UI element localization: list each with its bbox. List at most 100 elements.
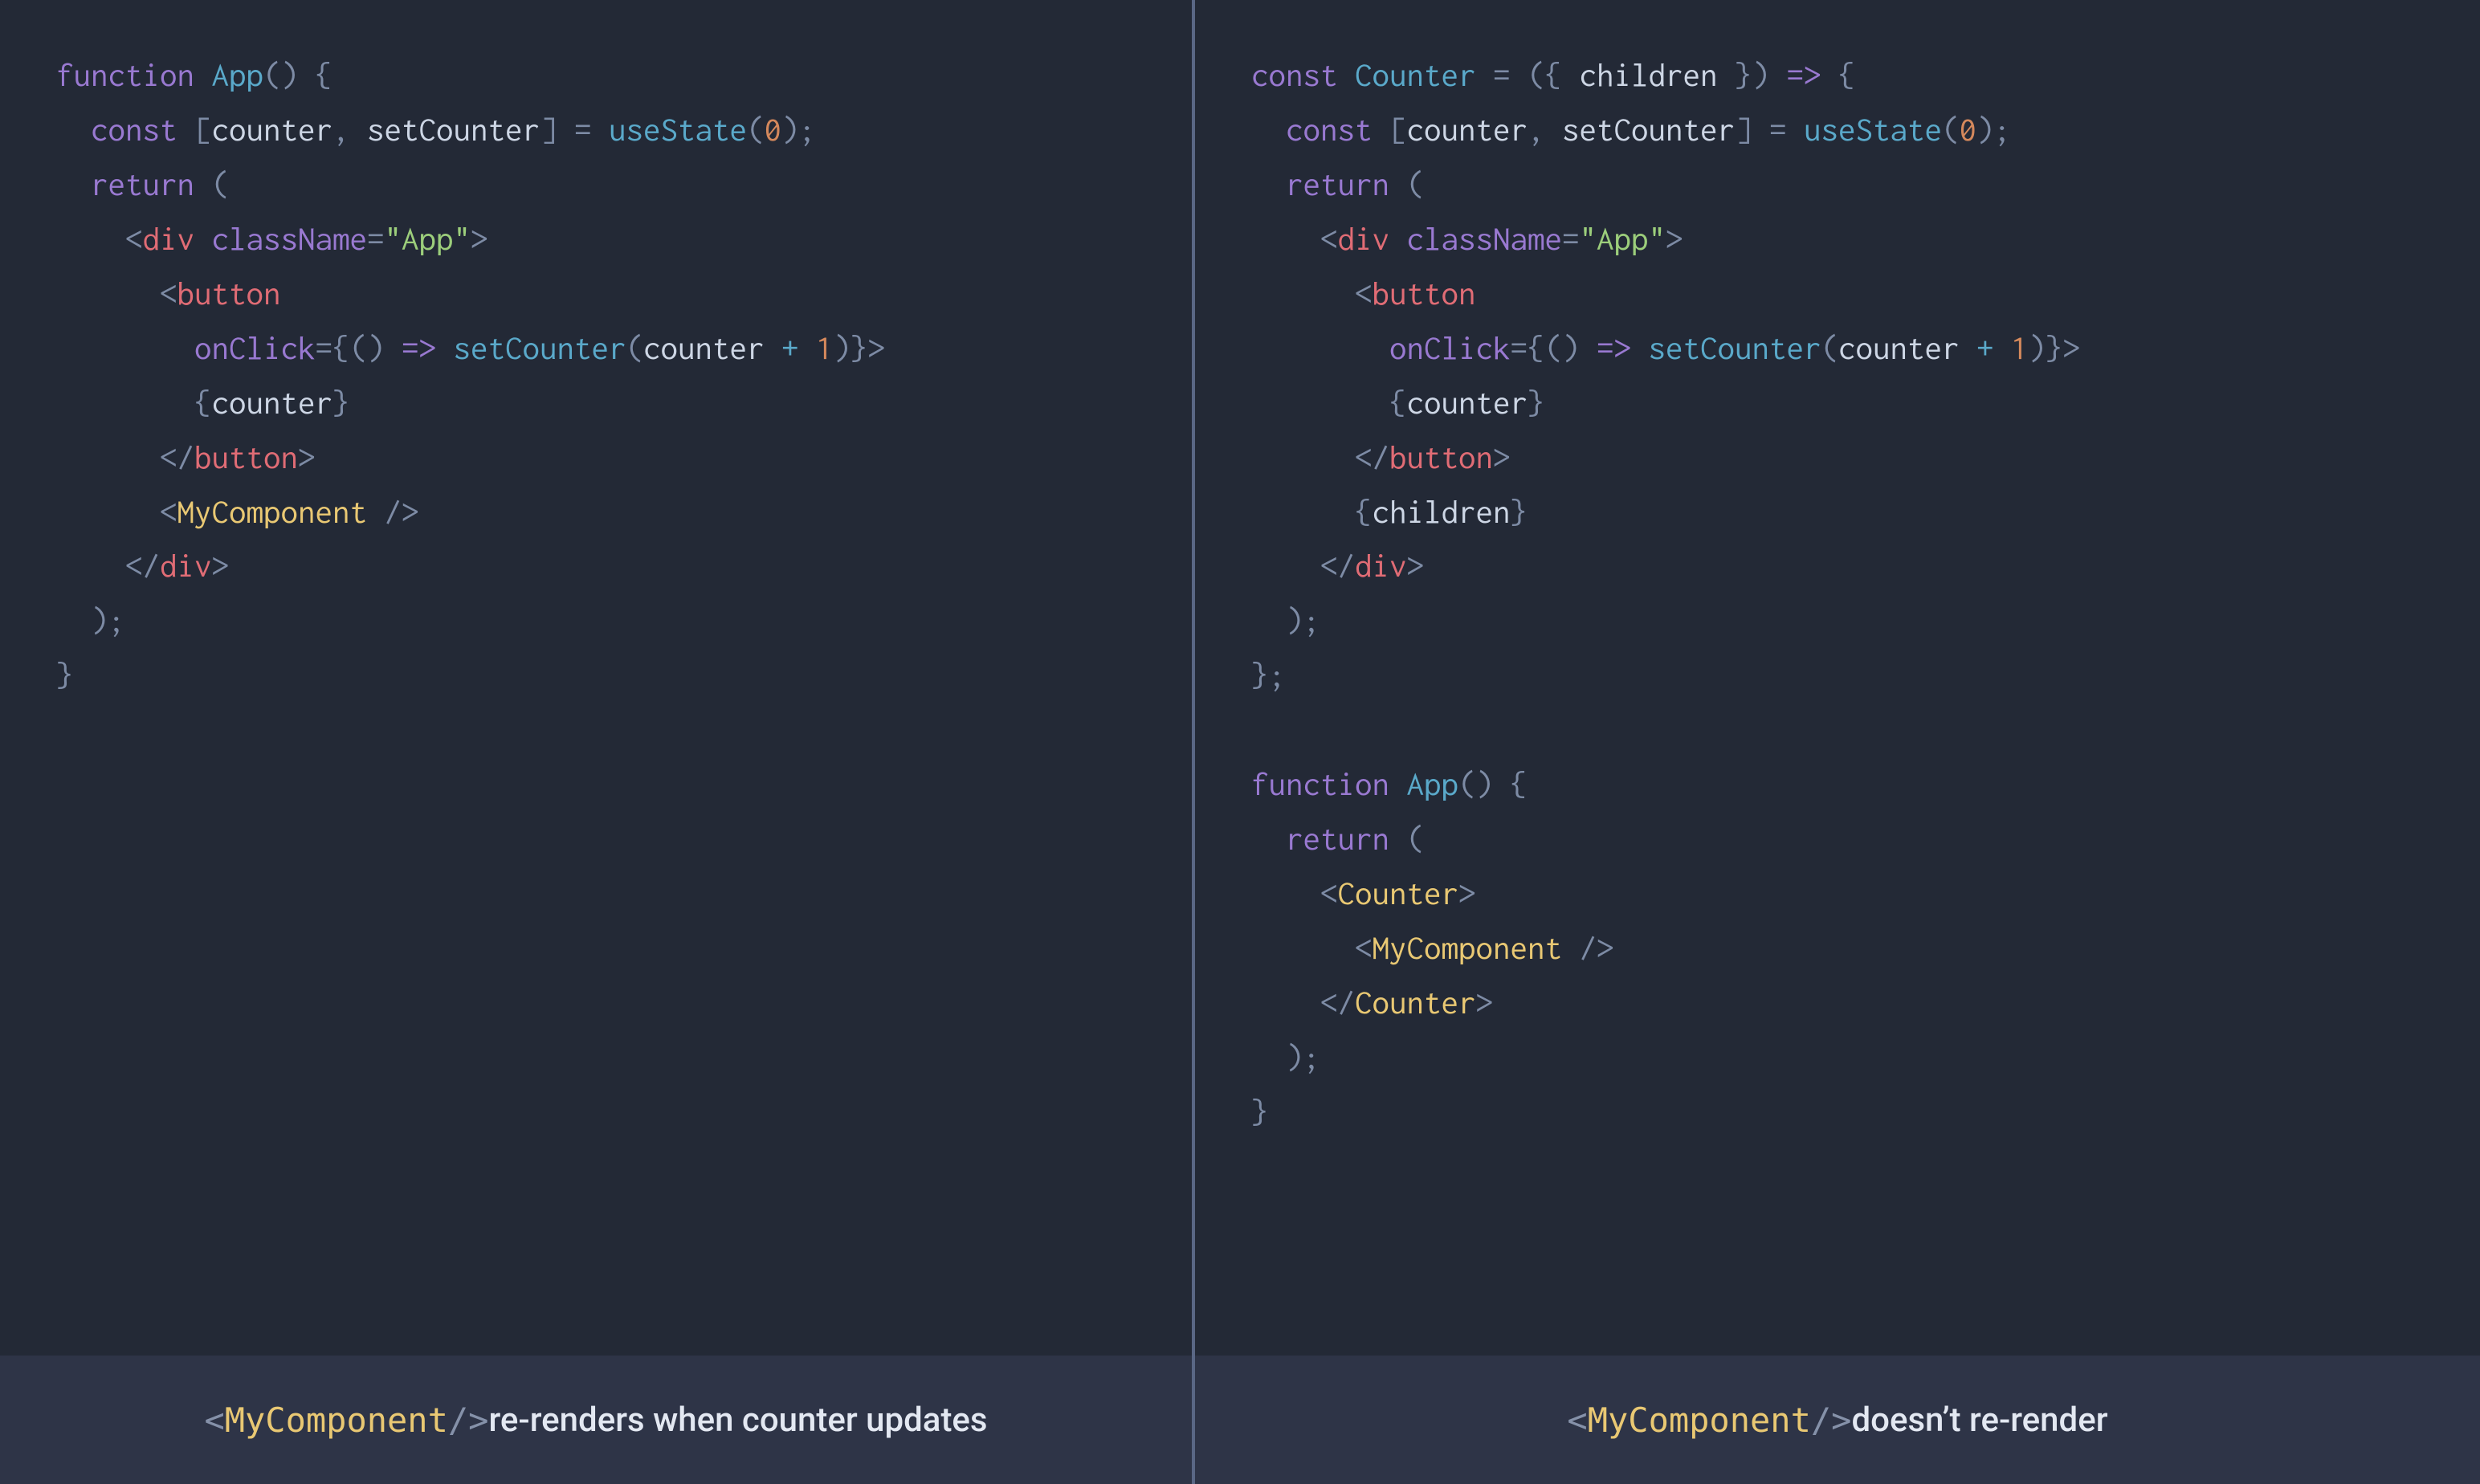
code-token: className (212, 221, 368, 257)
code-token: setCounter (1562, 112, 1735, 148)
code-token: ( (747, 112, 765, 148)
code-token: ] = (1735, 112, 1804, 148)
code-token: App (1407, 766, 1459, 802)
code-token: setCounter (367, 112, 540, 148)
code-token: < (125, 221, 143, 257)
code-token: children (1373, 494, 1511, 530)
code-token: </ (125, 548, 160, 584)
code-token: < (1320, 875, 1338, 911)
right-panel: const Counter = ({ children }) => { cons… (1195, 0, 2480, 1484)
code-token: function (56, 57, 194, 93)
code-line: } (56, 648, 1136, 703)
code-token (367, 494, 385, 530)
caption-token: MyComponent (1588, 1400, 1811, 1440)
code-token: ); (1286, 1039, 1320, 1075)
code-line: </div> (56, 539, 1136, 593)
code-token: } (1528, 385, 1545, 421)
comparison-container: function App() { const [counter, setCoun… (0, 0, 2480, 1484)
code-block-right: const Counter = ({ children }) => { cons… (1195, 0, 2480, 1356)
code-token: } (332, 385, 350, 421)
code-token: onClick (194, 330, 316, 366)
code-token: </ (160, 439, 194, 475)
code-token: ); (1976, 112, 2011, 148)
code-token (194, 221, 212, 257)
code-token: < (160, 494, 177, 530)
code-line: const [counter, setCounter] = useState(0… (56, 103, 1136, 157)
code-line: return ( (1251, 812, 2424, 866)
code-line: {children} (1251, 485, 2424, 540)
code-token: + (781, 330, 799, 366)
code-line: <button (56, 267, 1136, 321)
code-token: )} (834, 330, 868, 366)
code-line: ); (1251, 593, 2424, 648)
code-token: const (1286, 112, 1373, 148)
code-token: > (2063, 330, 2081, 366)
code-token: </ (1320, 548, 1355, 584)
code-token: /> (385, 494, 419, 530)
code-token: > (1407, 548, 1425, 584)
code-block-left: function App() { const [counter, setCoun… (0, 0, 1192, 1356)
code-token: "App" (385, 221, 471, 257)
code-token: ( (626, 330, 644, 366)
code-token: button (194, 439, 298, 475)
caption-token: doesn’t re-render (1851, 1400, 2107, 1440)
code-token: } (1251, 1094, 1269, 1130)
code-line: function App() { (56, 48, 1136, 103)
caption-token: MyComponent (225, 1400, 448, 1440)
code-token: counter (1407, 112, 1528, 148)
code-line: <button (1251, 267, 2424, 321)
code-token: ] = (540, 112, 609, 148)
code-token: className (1407, 221, 1563, 257)
code-line: const [counter, setCounter] = useState(0… (1251, 103, 2424, 157)
code-token: > (471, 221, 488, 257)
code-token: </ (1320, 985, 1355, 1021)
caption-token: /> (1811, 1400, 1852, 1440)
code-token: button (1389, 439, 1493, 475)
code-token (1338, 57, 1356, 93)
code-token: const (91, 112, 177, 148)
code-line: onClick={() => setCounter(counter + 1)}> (56, 321, 1136, 376)
code-token: > (298, 439, 316, 475)
code-token (1631, 330, 1649, 366)
code-token: ={() (1511, 330, 1597, 366)
code-token: > (1493, 439, 1511, 475)
code-line: onClick={() => setCounter(counter + 1)}> (1251, 321, 2424, 376)
code-line: return ( (1251, 157, 2424, 212)
code-token: , (332, 112, 367, 148)
code-line: } (1251, 1085, 2424, 1140)
code-token: counter (643, 330, 781, 366)
code-token: + (1976, 330, 1994, 366)
code-token: div (1338, 221, 1390, 257)
code-token (1994, 330, 2012, 366)
code-token: ( (1942, 112, 1960, 148)
code-token: > (868, 330, 886, 366)
code-token: MyComponent (177, 494, 368, 530)
code-token: } (56, 657, 74, 693)
code-token: onClick (1389, 330, 1511, 366)
code-token: }; (1251, 657, 1286, 693)
code-token: () { (1458, 766, 1528, 802)
code-token: 0 (1960, 112, 1977, 148)
code-token: return (1286, 821, 1389, 857)
code-token: => (1787, 57, 1821, 93)
left-panel: function App() { const [counter, setCoun… (0, 0, 1195, 1484)
code-token: counter (1407, 385, 1528, 421)
code-line: </button> (56, 430, 1136, 485)
code-token: ={() (316, 330, 402, 366)
caption-token: < (1567, 1400, 1587, 1440)
code-line: }; (1251, 648, 2424, 703)
code-token: > (212, 548, 230, 584)
code-token: Counter (1355, 985, 1476, 1021)
code-token: MyComponent (1373, 930, 1563, 966)
code-token: ( (1407, 821, 1425, 857)
code-token (1373, 112, 1390, 148)
code-token: counter (212, 385, 333, 421)
code-line: <MyComponent /> (1251, 921, 2424, 976)
code-token (799, 330, 817, 366)
code-token (1562, 930, 1580, 966)
code-line: <div className="App"> (56, 212, 1136, 267)
code-token (194, 166, 212, 202)
code-line: ); (1251, 1030, 2424, 1085)
code-line: </Counter> (1251, 976, 2424, 1030)
code-token: children (1580, 57, 1718, 93)
